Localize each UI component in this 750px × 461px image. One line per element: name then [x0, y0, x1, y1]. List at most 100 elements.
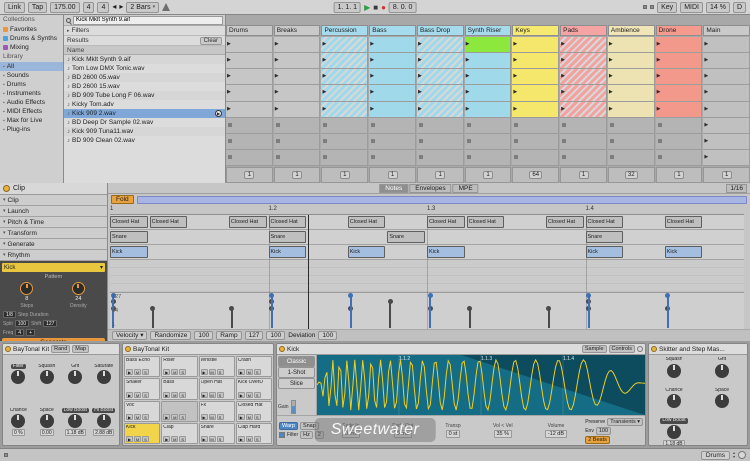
- stop-button[interactable]: ■: [373, 4, 378, 12]
- track-header-main[interactable]: Main: [703, 25, 750, 36]
- lane-type-menu[interactable]: Velocity ▾: [112, 331, 147, 340]
- clip-stop-quantize[interactable]: 1: [388, 171, 398, 179]
- filter-toggle[interactable]: [279, 432, 285, 438]
- empty-clip-slot[interactable]: [512, 118, 559, 134]
- pad-mute-button[interactable]: M: [134, 414, 141, 420]
- tab-classic[interactable]: Classic: [278, 356, 315, 367]
- empty-clip-slot[interactable]: [226, 150, 273, 166]
- empty-clip-slot[interactable]: [417, 150, 464, 166]
- midi-note[interactable]: Closed Hat: [665, 216, 703, 228]
- velocity-stem[interactable]: [152, 308, 154, 328]
- clip-slot[interactable]: ▶: [369, 69, 416, 85]
- clip-slot[interactable]: ▶: [465, 69, 512, 85]
- clip-slot[interactable]: ▶: [608, 102, 655, 118]
- clip-slot[interactable]: ▶: [321, 53, 368, 69]
- macro-value[interactable]: 1.18 dB: [65, 429, 86, 436]
- pad-mute-button[interactable]: M: [209, 369, 216, 375]
- link-button[interactable]: Link: [4, 2, 25, 13]
- pad-solo-button[interactable]: S: [179, 436, 186, 442]
- param-value[interactable]: -12 dB: [545, 430, 567, 438]
- pad-play-icon[interactable]: ▶: [163, 392, 170, 398]
- drum-pad-riser[interactable]: Riser▶MS: [161, 356, 197, 377]
- preserve-menu[interactable]: Transients ▾: [607, 418, 643, 426]
- gain-slider[interactable]: [291, 400, 296, 414]
- file-row[interactable]: ♪BD 2600 15.wav: [64, 82, 225, 91]
- sidebar-item-audio-effects[interactable]: ▪Audio Effects: [0, 98, 63, 107]
- snap-button[interactable]: Snap: [300, 422, 319, 430]
- clip-slot[interactable]: ▶: [560, 37, 607, 53]
- midi-note[interactable]: Kick: [348, 246, 386, 258]
- track-header-bass-drop[interactable]: Bass Drop: [417, 25, 464, 36]
- pad-play-icon[interactable]: ▶: [163, 369, 170, 375]
- tap-tempo-button[interactable]: Tap: [28, 2, 47, 13]
- empty-clip-slot[interactable]: [274, 118, 321, 134]
- pad-solo-button[interactable]: S: [179, 369, 186, 375]
- clip-slot[interactable]: ▶: [608, 69, 655, 85]
- clip-slot[interactable]: ▶: [560, 53, 607, 69]
- pad-mute-button[interactable]: M: [171, 414, 178, 420]
- drum-pad-clap-hard[interactable]: Clap Hard▶MS: [236, 423, 272, 444]
- clear-search-button[interactable]: Clear: [200, 37, 222, 45]
- empty-clip-slot[interactable]: [274, 150, 321, 166]
- pad-mute-button[interactable]: M: [171, 369, 178, 375]
- keyboard-icon[interactable]: [4, 453, 8, 457]
- track-header-percussion[interactable]: Percussion: [321, 25, 368, 36]
- file-row[interactable]: ♪Kicky Tom.adv: [64, 100, 225, 109]
- pad-solo-button[interactable]: S: [217, 392, 224, 398]
- pad-solo-button[interactable]: S: [179, 392, 186, 398]
- sidebar-item-max-for-live[interactable]: ▪Max for Live: [0, 116, 63, 125]
- clip-slot[interactable]: ▶: [226, 102, 273, 118]
- clip-slot[interactable]: ▶: [274, 37, 321, 53]
- empty-clip-slot[interactable]: [656, 134, 703, 150]
- macro-value[interactable]: 2.88 dB: [93, 429, 114, 436]
- env-value[interactable]: 100: [596, 427, 611, 435]
- empty-clip-slot[interactable]: [512, 150, 559, 166]
- clip-section-clip[interactable]: ▾Clip: [0, 195, 107, 206]
- macro-knob[interactable]: [97, 370, 111, 384]
- pad-solo-button[interactable]: S: [254, 369, 261, 375]
- pad-play-icon[interactable]: ▶: [201, 436, 208, 442]
- scene-slot[interactable]: ▶: [703, 85, 750, 101]
- clip-slot[interactable]: ▶: [512, 102, 559, 118]
- tab-1-shot[interactable]: 1-Shot: [278, 367, 315, 378]
- split-value[interactable]: 100: [15, 320, 29, 327]
- sidebar-item-all[interactable]: ▪All: [0, 62, 63, 71]
- pad-solo-button[interactable]: S: [217, 436, 224, 442]
- clip-section-pitch-time[interactable]: ▾Pitch & Time: [0, 217, 107, 228]
- file-row[interactable]: ♪Tom Low DMX Tonic.wav: [64, 64, 225, 73]
- sidebar-item-midi-effects[interactable]: ▪MIDI Effects: [0, 107, 63, 116]
- metronome-icon[interactable]: [162, 3, 170, 11]
- quantization-menu[interactable]: 2 Bars ▾: [126, 2, 159, 13]
- sidebar-item-drums-synths[interactable]: Drums & Synths: [0, 34, 63, 43]
- pad-mute-button[interactable]: M: [134, 392, 141, 398]
- empty-note-rows[interactable]: [110, 260, 744, 293]
- param-value[interactable]: 0 ms: [394, 430, 412, 438]
- arrangement-position[interactable]: 1. 1. 1: [334, 2, 361, 13]
- empty-clip-slot[interactable]: [369, 118, 416, 134]
- pad-mute-button[interactable]: M: [209, 392, 216, 398]
- scene-slot[interactable]: ▶: [703, 53, 750, 69]
- pad-solo-button[interactable]: S: [179, 414, 186, 420]
- midi-note[interactable]: Snare: [586, 231, 624, 243]
- clip-slot[interactable]: ▶: [465, 37, 512, 53]
- sidebar-item-mixing[interactable]: Mixing: [0, 43, 63, 52]
- pad-solo-button[interactable]: S: [217, 414, 224, 420]
- empty-clip-slot[interactable]: [608, 118, 655, 134]
- loop-brace[interactable]: [137, 196, 747, 204]
- tab-slice[interactable]: Slice: [278, 378, 315, 389]
- clip-section-launch[interactable]: ▾Launch: [0, 206, 107, 217]
- map-button[interactable]: Map: [72, 345, 89, 353]
- drum-pad-crash[interactable]: Crash▶MS: [236, 356, 272, 377]
- loop-length[interactable]: 8. 0. 0: [389, 2, 416, 13]
- macro-knob[interactable]: [667, 394, 681, 408]
- clip-slot[interactable]: ▶: [369, 102, 416, 118]
- macro-knob[interactable]: [667, 364, 681, 378]
- macro-value[interactable]: 1.18 dB: [663, 440, 684, 447]
- shift-value[interactable]: 127: [43, 320, 57, 327]
- grid-setting[interactable]: 1/16: [726, 184, 747, 193]
- macro-knob[interactable]: [68, 414, 82, 428]
- time-sig-denominator[interactable]: 4: [97, 2, 109, 13]
- velocity-stem[interactable]: [350, 295, 352, 328]
- pad-solo-button[interactable]: S: [142, 436, 149, 442]
- empty-clip-slot[interactable]: [608, 134, 655, 150]
